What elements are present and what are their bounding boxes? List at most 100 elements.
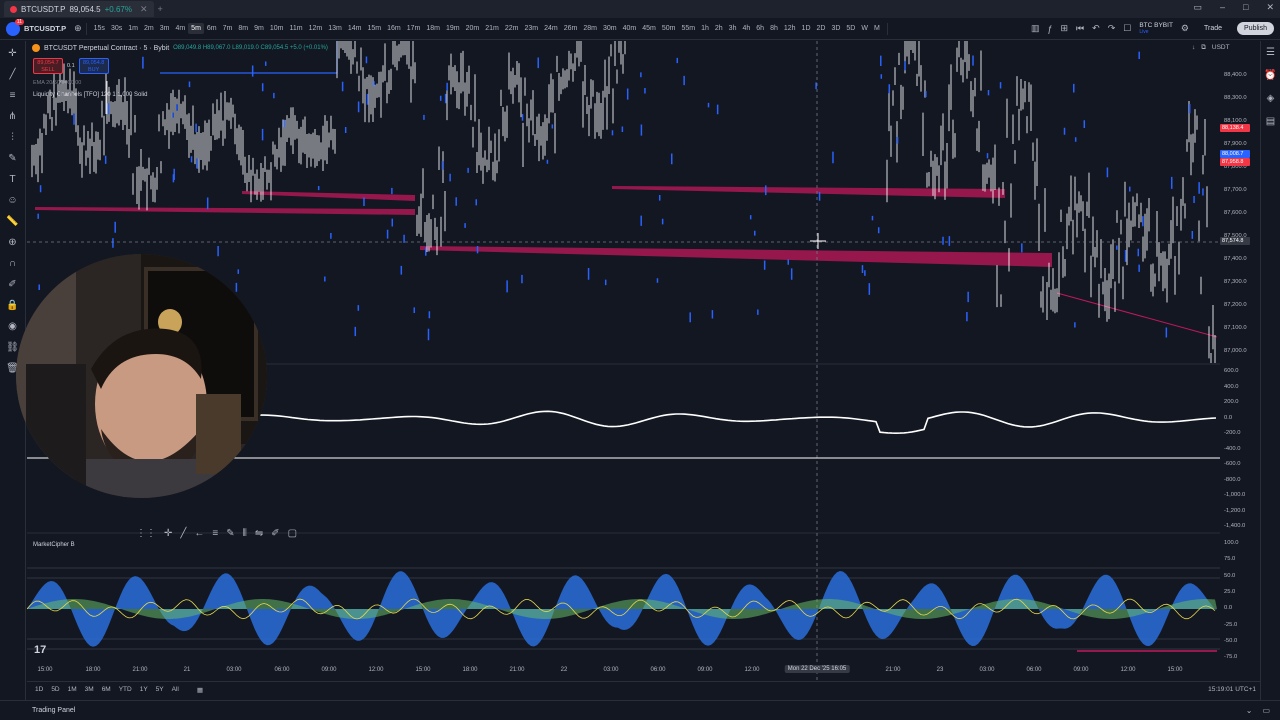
interval-1h[interactable]: 1h bbox=[698, 23, 712, 34]
text-icon[interactable]: T bbox=[6, 173, 20, 186]
interval-5D[interactable]: 5D bbox=[843, 23, 858, 34]
chart-type-icon[interactable]: ▥ bbox=[1031, 23, 1040, 34]
menu-icon[interactable]: ▭ bbox=[1193, 2, 1202, 13]
interval-30s[interactable]: 30s bbox=[108, 23, 125, 34]
calendar-icon[interactable]: ▦ bbox=[197, 686, 203, 694]
redo-icon[interactable]: ↷ bbox=[1108, 23, 1116, 34]
price-scale[interactable]: 88,400.0 88,300.0 88,100.0 87,900.0 87,800.0… bbox=[1220, 41, 1260, 681]
interval-14m[interactable]: 14m bbox=[345, 23, 365, 34]
trading-panel-tab[interactable]: Trading Panel bbox=[32, 707, 75, 714]
interval-3m[interactable]: 3m bbox=[157, 23, 173, 34]
new-tab-icon[interactable]: + bbox=[158, 4, 163, 14]
interval-55m[interactable]: 55m bbox=[678, 23, 698, 34]
time-axis[interactable]: 15:00 18:00 21:00 21 03:00 06:00 09:00 12:00 15:… bbox=[27, 664, 1220, 678]
interval-7m[interactable]: 7m bbox=[220, 23, 236, 34]
interval-20m[interactable]: 20m bbox=[463, 23, 483, 34]
interval-9m[interactable]: 9m bbox=[251, 23, 267, 34]
interval-3D[interactable]: 3D bbox=[828, 23, 843, 34]
indicator-marketcipher-label[interactable]: MarketCipher B bbox=[33, 542, 75, 548]
sell-button[interactable]: 89,054.7 SELL bbox=[33, 58, 63, 74]
horizontal-lines-icon[interactable]: ≡ bbox=[6, 89, 20, 102]
range-YTD[interactable]: YTD bbox=[119, 686, 132, 693]
range-6M[interactable]: 6M bbox=[102, 686, 111, 693]
cursor-icon[interactable]: ✛ bbox=[164, 528, 172, 539]
brush-icon[interactable]: ✎ bbox=[6, 152, 20, 165]
range-All[interactable]: All bbox=[172, 686, 179, 693]
interval-24m[interactable]: 24m bbox=[541, 23, 561, 34]
interval-W[interactable]: W bbox=[858, 23, 871, 34]
chat-icon[interactable]: ▤ bbox=[1266, 116, 1275, 127]
ruler-icon[interactable]: 📏 bbox=[6, 215, 20, 228]
layers-icon[interactable]: ◈ bbox=[1267, 93, 1275, 104]
interval-1m[interactable]: 1m bbox=[125, 23, 141, 34]
magnet-icon[interactable]: ∩ bbox=[6, 257, 20, 270]
minimize-icon[interactable]: – bbox=[1220, 2, 1225, 13]
lock-icon[interactable]: 🔒 bbox=[6, 299, 20, 312]
indicator-ema-label[interactable]: EMA 20/50/100/200 bbox=[33, 80, 81, 86]
alerts-icon[interactable]: ⏰ bbox=[1264, 70, 1276, 81]
interval-2D[interactable]: 2D bbox=[814, 23, 829, 34]
interval-26m[interactable]: 26m bbox=[561, 23, 581, 34]
range-1Y[interactable]: 1Y bbox=[140, 686, 148, 693]
interval-2m[interactable]: 2m bbox=[141, 23, 157, 34]
arrow-down-icon[interactable]: ↓ bbox=[1192, 44, 1195, 52]
crosshair-icon[interactable]: ✛ bbox=[6, 47, 20, 60]
ray-icon[interactable]: ← bbox=[194, 528, 204, 539]
interval-23m[interactable]: 23m bbox=[521, 23, 541, 34]
eye-icon[interactable]: ◉ bbox=[6, 320, 20, 333]
pattern-icon[interactable]: ⫴ bbox=[243, 528, 247, 539]
interval-4m[interactable]: 4m bbox=[172, 23, 188, 34]
interval-50m[interactable]: 50m bbox=[659, 23, 679, 34]
interval-12m[interactable]: 12m bbox=[306, 23, 326, 34]
indicators-icon[interactable]: ƒ bbox=[1047, 24, 1052, 34]
line-icon[interactable]: ╱ bbox=[180, 528, 186, 539]
trend-line-icon[interactable]: ╱ bbox=[6, 68, 20, 81]
collapse-icon[interactable]: ⌄ bbox=[1246, 706, 1253, 715]
pencil-lock-icon[interactable]: ✐ bbox=[6, 278, 20, 291]
rect-icon[interactable]: ▢ bbox=[288, 528, 297, 539]
broker-selector[interactable]: BTC BYBIT Live bbox=[1139, 22, 1173, 36]
interval-3h[interactable]: 3h bbox=[726, 23, 740, 34]
brush-icon[interactable]: ✐ bbox=[271, 528, 279, 539]
interval-4h[interactable]: 4h bbox=[739, 23, 753, 34]
interval-5m[interactable]: 5m bbox=[188, 23, 204, 34]
browser-tab[interactable]: BTCUSDT.P 89,054.5 +0.67% ✕ bbox=[4, 1, 154, 17]
add-symbol-icon[interactable]: ⊕ bbox=[74, 23, 82, 34]
undo-icon[interactable]: ↶ bbox=[1092, 23, 1100, 34]
interval-18m[interactable]: 18m bbox=[423, 23, 443, 34]
interval-11m[interactable]: 11m bbox=[286, 23, 305, 34]
settings-icon[interactable]: ⚙ bbox=[1181, 23, 1189, 34]
interval-2h[interactable]: 2h bbox=[712, 23, 726, 34]
interval-19m[interactable]: 19m bbox=[443, 23, 463, 34]
publish-button[interactable]: Publish bbox=[1237, 22, 1274, 35]
interval-16m[interactable]: 16m bbox=[384, 23, 404, 34]
symbol-search[interactable]: BTCUSDT.P bbox=[24, 24, 66, 33]
interval-6m[interactable]: 6m bbox=[204, 23, 220, 34]
range-1M[interactable]: 1M bbox=[68, 686, 77, 693]
interval-13m[interactable]: 13m bbox=[325, 23, 345, 34]
fullscreen-icon[interactable]: ☐ bbox=[1123, 23, 1131, 34]
interval-22m[interactable]: 22m bbox=[502, 23, 522, 34]
range-3M[interactable]: 3M bbox=[85, 686, 94, 693]
interval-40m[interactable]: 40m bbox=[620, 23, 640, 34]
user-avatar[interactable]: 11 bbox=[6, 18, 24, 36]
pitchfork-icon[interactable]: ⋔ bbox=[6, 110, 20, 123]
clock[interactable]: 15:19:01 UTC+1 bbox=[1208, 686, 1256, 693]
pen-icon[interactable]: ✎ bbox=[226, 528, 234, 539]
interval-17m[interactable]: 17m bbox=[404, 23, 424, 34]
replay-icon[interactable]: ⏮ bbox=[1076, 23, 1084, 34]
layout-icon[interactable]: ⊞ bbox=[1061, 23, 1069, 34]
interval-12h[interactable]: 12h bbox=[781, 23, 799, 34]
interval-8h[interactable]: 8h bbox=[767, 23, 781, 34]
interval-45m[interactable]: 45m bbox=[639, 23, 659, 34]
interval-15m[interactable]: 15m bbox=[364, 23, 384, 34]
close-window-icon[interactable]: ✕ bbox=[1266, 2, 1274, 13]
interval-15s[interactable]: 15s bbox=[91, 23, 108, 34]
buy-button[interactable]: 89,054.8 BUY bbox=[78, 58, 109, 74]
interval-30m[interactable]: 30m bbox=[600, 23, 620, 34]
close-tab-icon[interactable]: ✕ bbox=[140, 4, 148, 15]
maximize-panel-icon[interactable]: ▭ bbox=[1262, 706, 1270, 715]
zoom-icon[interactable]: ⊕ bbox=[6, 236, 20, 249]
trade-button[interactable]: Trade bbox=[1197, 22, 1229, 35]
range-5Y[interactable]: 5Y bbox=[156, 686, 164, 693]
